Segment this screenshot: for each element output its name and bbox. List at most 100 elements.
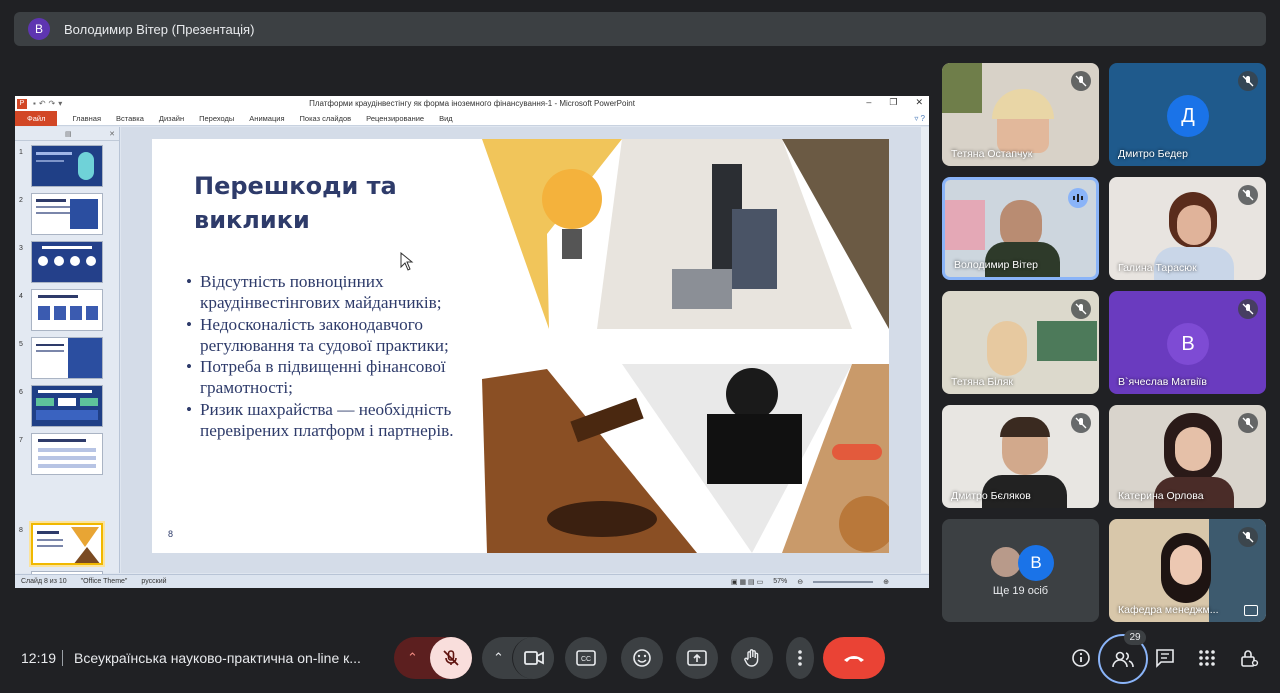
host-controls-button[interactable] <box>1233 642 1265 674</box>
meeting-controls-bar: 12:19 Всеукраїнська науково-практична on… <box>0 623 1280 693</box>
tab-transitions[interactable]: Переходы <box>199 114 234 123</box>
pip-icon[interactable] <box>1244 605 1258 616</box>
hand-icon <box>744 649 759 667</box>
participant-tile[interactable]: Катерина Орлова <box>1109 405 1266 508</box>
activities-button[interactable] <box>1191 642 1223 674</box>
presentation-bar: В Володимир Вітер (Презентація) <box>14 12 1266 46</box>
camera-button-group: ⌃ <box>482 637 554 679</box>
reactions-button[interactable] <box>621 637 663 679</box>
zoom-slider[interactable] <box>813 580 874 583</box>
chat-icon <box>1156 649 1174 668</box>
captions-icon: CC <box>576 650 596 666</box>
slide-thumbnail-6[interactable] <box>31 385 103 427</box>
tab-design[interactable]: Дизайн <box>159 114 184 123</box>
participant-tile[interactable]: Володимир Вітер <box>942 177 1099 280</box>
mic-off-icon <box>1071 413 1091 433</box>
restore-icon[interactable]: ❐ <box>889 97 897 108</box>
zoom-in-icon[interactable]: ⊕ <box>883 578 889 586</box>
mic-off-icon <box>1238 185 1258 205</box>
mic-off-icon <box>1238 527 1258 547</box>
slide-counter: Слайд 8 из 10 <box>21 578 67 585</box>
slide-thumbnail-4[interactable] <box>31 289 103 331</box>
participant-tile[interactable]: Д Дмитро Бедер <box>1109 63 1266 166</box>
participant-name: Дмитро Бєляков <box>951 490 1031 502</box>
video-options-icon[interactable]: ⌃ <box>493 650 504 666</box>
participant-tile[interactable]: В В`ячеслав Матвіїв <box>1109 291 1266 394</box>
slide-thumbnail-5[interactable] <box>31 337 103 379</box>
participant-avatar: В <box>1018 545 1054 581</box>
participant-name: Тетяна Остапчук <box>951 148 1033 160</box>
apps-grid-icon <box>1199 650 1215 666</box>
language[interactable]: русский <box>141 578 166 585</box>
help-icon[interactable]: ▿ ? <box>914 114 925 123</box>
more-participants-tile[interactable]: В Ще 19 осіб <box>942 519 1099 622</box>
slide-thumbnail-7[interactable] <box>31 433 103 475</box>
current-slide: Перешкоди та виклики Відсутність повноцін… <box>152 139 889 553</box>
participant-tile[interactable]: Тетяна Біляк <box>942 291 1099 394</box>
participant-name: Дмитро Бедер <box>1118 148 1188 160</box>
meeting-info-button[interactable] <box>1065 642 1097 674</box>
mic-off-icon <box>443 650 459 666</box>
slide-heading-line-2: виклики <box>194 206 310 234</box>
mic-off-icon <box>1071 71 1091 91</box>
close-icon[interactable]: ✕ <box>915 97 923 108</box>
slide-heading-line-1: Перешкоди та <box>194 172 397 200</box>
slide-editor: Перешкоди та виклики Відсутність повноцін… <box>121 127 921 573</box>
slide-number: 4 <box>19 293 23 300</box>
tab-view[interactable]: Вид <box>439 114 453 123</box>
lock-person-icon <box>1241 650 1259 667</box>
tab-animation[interactable]: Анимация <box>249 114 284 123</box>
participant-name: Тетяна Біляк <box>951 376 1013 388</box>
slide-page-number: 8 <box>168 529 174 539</box>
slide-number: 6 <box>19 389 23 396</box>
participant-tile[interactable]: Тетяна Остапчук <box>942 63 1099 166</box>
slide-thumbnail-3[interactable] <box>31 241 103 283</box>
close-panel-icon[interactable]: ✕ <box>109 130 115 138</box>
tab-file[interactable]: Файл <box>15 110 58 126</box>
view-buttons-icon[interactable]: ▣ ▦ ▤ ▭ <box>731 578 763 586</box>
present-screen-button[interactable] <box>676 637 718 679</box>
thumbnails-panel-header: ▤ ✕ <box>15 127 119 141</box>
slide-number: 3 <box>19 245 23 252</box>
participant-tile[interactable]: Дмитро Бєляков <box>942 405 1099 508</box>
presentation-title: Володимир Вітер (Презентація) <box>64 21 255 37</box>
mouse-cursor-icon <box>400 252 414 271</box>
mic-off-icon <box>1238 71 1258 91</box>
slide-thumbnail-8[interactable] <box>31 523 103 565</box>
vertical-scrollbar[interactable] <box>921 127 929 573</box>
slide-thumbnail-2[interactable] <box>31 193 103 235</box>
participant-tile[interactable]: Кафедра менеджм... <box>1109 519 1266 622</box>
mic-off-icon <box>1238 299 1258 319</box>
svg-text:CC: CC <box>581 656 591 663</box>
more-options-button[interactable] <box>786 637 814 679</box>
outline-tab-icon[interactable]: ▤ <box>65 130 72 138</box>
tab-review[interactable]: Рецензирование <box>366 114 424 123</box>
bullet-item: Відсутність повноцінних краудінвестінгов… <box>186 271 516 314</box>
chat-button[interactable] <box>1149 642 1181 674</box>
tab-insert[interactable]: Вставка <box>116 114 144 123</box>
microphone-off-button[interactable] <box>430 637 472 679</box>
slide-bullet-list: Відсутність повноцінних краудінвестінгов… <box>186 271 516 441</box>
participant-name: Катерина Орлова <box>1118 490 1204 502</box>
participant-avatar: В <box>1167 323 1209 365</box>
participant-name: Кафедра менеджм... <box>1118 604 1219 616</box>
meeting-title: Всеукраїнська науково-практична on-line … <box>74 650 361 666</box>
captions-button[interactable]: CC <box>565 637 607 679</box>
tab-home[interactable]: Главная <box>72 114 101 123</box>
slide-thumbnail-1[interactable] <box>31 145 103 187</box>
raise-hand-button[interactable] <box>731 637 773 679</box>
zoom-level[interactable]: 57% <box>773 578 787 585</box>
bullet-item: Недосконалість законодавчого регулювання… <box>186 314 516 357</box>
camera-button[interactable] <box>512 637 554 679</box>
more-vert-icon <box>798 650 802 666</box>
people-count-badge: 29 <box>1124 630 1146 645</box>
minimize-icon[interactable]: – <box>866 97 871 108</box>
bullet-item: Ризик шахрайства — необхідність перевіре… <box>186 399 516 442</box>
participant-tile[interactable]: Галина Тарасюк <box>1109 177 1266 280</box>
emoji-icon <box>633 649 651 667</box>
more-participants-label: Ще 19 осіб <box>992 585 1049 597</box>
audio-options-icon[interactable]: ⌃ <box>407 650 418 666</box>
tab-slideshow[interactable]: Показ слайдов <box>300 114 352 123</box>
zoom-out-icon[interactable]: ⊖ <box>797 578 803 586</box>
end-call-button[interactable] <box>823 637 885 679</box>
